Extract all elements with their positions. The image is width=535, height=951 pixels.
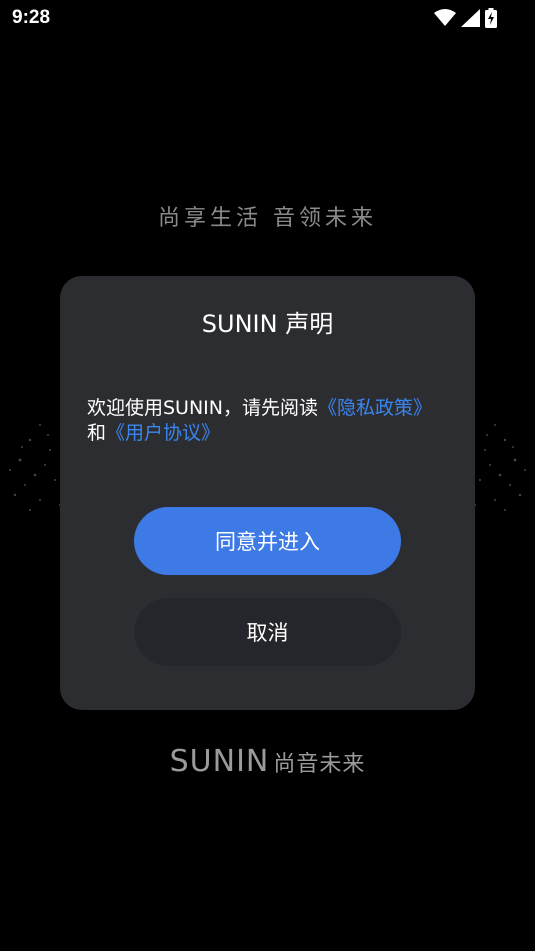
- splash-slogan: 尚享生活 音领未来: [158, 206, 377, 231]
- dialog-message: 欢迎使用SUNIN，请先阅读《隐私政策》和《用户协议》: [87, 396, 432, 446]
- app-screen: 9:28 尚享生活 音领未来 SUNIN 尚音未来 SUNIN 声明 欢迎使用S…: [0, 0, 535, 951]
- signal-icon: [461, 9, 480, 27]
- brand-footer: SUNIN 尚音未来: [0, 744, 535, 779]
- wifi-icon: [434, 9, 456, 27]
- user-agreement-link[interactable]: 《用户协议》: [106, 422, 220, 444]
- cancel-button[interactable]: 取消: [134, 598, 401, 666]
- brand-logo: SUNIN: [169, 744, 270, 779]
- consent-dialog: SUNIN 声明 欢迎使用SUNIN，请先阅读《隐私政策》和《用户协议》 同意并…: [60, 276, 475, 710]
- battery-charging-icon: [485, 8, 497, 28]
- dialog-title: SUNIN 声明: [201, 310, 334, 338]
- brand-subtitle: 尚音未来: [273, 751, 366, 777]
- status-time: 9:28: [12, 7, 51, 28]
- status-icons: [434, 8, 497, 28]
- privacy-policy-link[interactable]: 《隐私政策》: [318, 397, 432, 419]
- status-bar: 9:28: [0, 0, 535, 36]
- dialog-message-prefix: 欢迎使用SUNIN，请先阅读: [87, 397, 318, 419]
- agree-button[interactable]: 同意并进入: [134, 507, 401, 575]
- dialog-message-conjunction: 和: [87, 422, 107, 444]
